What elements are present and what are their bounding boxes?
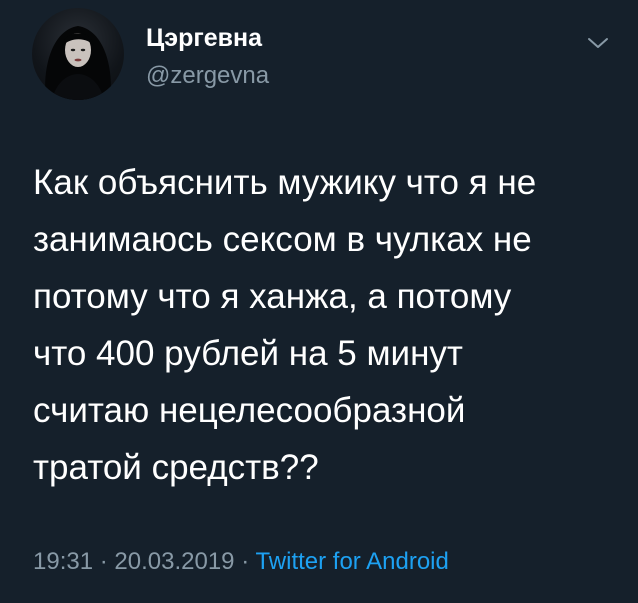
meta-separator: · xyxy=(99,548,108,575)
user-handle[interactable]: @zergevna xyxy=(146,62,269,90)
tweet-options-button[interactable] xyxy=(584,33,612,53)
tweet-text: Как объяснить мужику что я не занимаюсь … xyxy=(33,163,537,487)
avatar[interactable] xyxy=(32,8,124,100)
tweet-date[interactable]: 20.03.2019 xyxy=(114,548,234,575)
tweet-meta: 19:31 · 20.03.2019 · Twitter for Android xyxy=(33,548,449,576)
tweet-time[interactable]: 19:31 xyxy=(33,548,93,575)
tweet-card: Цэргевна @zergevna Как объяснить мужику … xyxy=(0,0,638,603)
display-name[interactable]: Цэргевна xyxy=(146,24,262,53)
avatar-photo-icon xyxy=(45,26,111,100)
meta-separator: · xyxy=(241,548,250,575)
chevron-down-icon xyxy=(588,38,608,48)
tweet-source-link[interactable]: Twitter for Android xyxy=(255,548,448,575)
